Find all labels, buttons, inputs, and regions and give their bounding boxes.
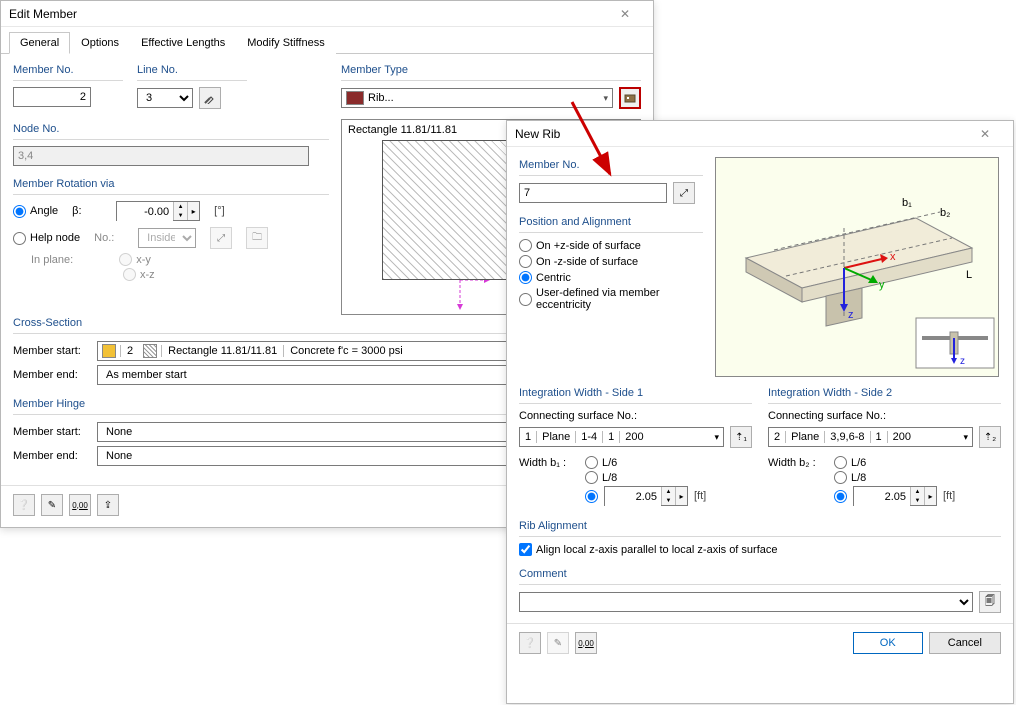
b1-l6-radio[interactable]: L/6 — [585, 456, 617, 469]
side1-label: Integration Width - Side 1 — [519, 385, 752, 404]
comment-select[interactable] — [519, 592, 973, 612]
pick-node-icon: ⤢ — [210, 227, 232, 249]
note-icon: ✎ — [547, 632, 569, 654]
edit-member-titlebar: Edit Member ✕ — [1, 1, 653, 27]
rib-member-no-label: Member No. — [519, 157, 703, 176]
rib-swatch-icon — [346, 91, 364, 105]
edit-member-title: Edit Member — [9, 7, 605, 21]
comment-label: Comment — [519, 566, 1001, 585]
cs-hatch-icon — [143, 344, 157, 358]
member-type-label: Member Type — [341, 62, 641, 81]
side2-label: Integration Width - Side 2 — [768, 385, 1001, 404]
node-no-label: Node No. — [13, 121, 329, 140]
pos-centric-radio[interactable]: Centric — [519, 271, 703, 284]
export-icon[interactable]: ⇪ — [97, 494, 119, 516]
line-no-select[interactable]: 3 — [137, 88, 193, 108]
svg-text:b₁: b₁ — [902, 197, 912, 209]
in-plane-label: In plane: — [31, 254, 73, 266]
new-rib-bottombar: ❔ ✎ 0,00 OK Cancel — [507, 623, 1013, 662]
folder-icon: 🗀 — [246, 227, 268, 249]
angle-unit: [°] — [214, 205, 225, 217]
new-rib-window: New Rib ✕ Member No. ⤢ Position and Alig… — [506, 120, 1014, 704]
tab-effective-lengths[interactable]: Effective Lengths — [130, 32, 236, 54]
svg-text:z: z — [848, 309, 854, 321]
rotation-label: Member Rotation via — [13, 176, 329, 195]
units-icon[interactable]: 0,00 — [575, 632, 597, 654]
plane-xy-radio: x-y — [119, 253, 151, 266]
side1-surface-select[interactable]: 1 Plane 1-4 1 200 ▾ — [519, 427, 724, 447]
svg-text:z: z — [960, 356, 965, 367]
b1-custom-radio[interactable] — [585, 490, 598, 503]
b1-l8-radio[interactable]: L/8 — [585, 471, 617, 484]
pick-surface1-icon[interactable]: ⇡₁ — [730, 426, 752, 448]
units-icon[interactable]: 0,00 — [69, 494, 91, 516]
helpnode-no-label: No.: — [94, 232, 124, 244]
angle-spinner[interactable]: ▲▼ ▸ — [116, 201, 200, 221]
comment-pick-icon[interactable]: 🗐 — [979, 591, 1001, 613]
new-rib-content: Member No. ⤢ Position and Alignment On +… — [507, 147, 1013, 613]
cs-start-label: Member start: — [13, 345, 91, 357]
pick-surface2-icon[interactable]: ⇡₂ — [979, 426, 1001, 448]
new-rib-title: New Rib — [515, 127, 965, 141]
new-rib-ok-button[interactable]: OK — [853, 632, 923, 654]
cs-swatch-icon — [102, 344, 116, 358]
pos-minus-z-radio[interactable]: On -z-side of surface — [519, 255, 703, 268]
b2-custom-radio[interactable] — [834, 490, 847, 503]
new-rib-cancel-button[interactable]: Cancel — [929, 632, 1001, 654]
rib-align-label: Rib Alignment — [519, 518, 1001, 537]
axis-icon — [440, 280, 500, 315]
cs-end-label: Member end: — [13, 369, 91, 381]
hinge-end-label: Member end: — [13, 450, 91, 462]
rotation-angle-radio[interactable]: Angle — [13, 205, 58, 218]
close-icon[interactable]: ✕ — [965, 121, 1005, 146]
pick-line-icon[interactable] — [199, 87, 221, 109]
b2-l6-radio[interactable]: L/6 — [834, 456, 866, 469]
tab-options[interactable]: Options — [70, 32, 130, 54]
helpnode-inside-select: Inside — [138, 228, 196, 248]
rib-diagram: x y z b₁ b₂ L z — [715, 157, 999, 377]
hinge-start-label: Member start: — [13, 426, 91, 438]
rib-align-checkbox[interactable]: Align local z-axis parallel to local z-a… — [519, 543, 1001, 556]
width-b2-label: Width b₂ : — [768, 457, 828, 469]
pos-plus-z-radio[interactable]: On +z-side of surface — [519, 239, 703, 252]
tab-modify-stiffness[interactable]: Modify Stiffness — [236, 32, 335, 54]
pick-member-icon[interactable]: ⤢ — [673, 182, 695, 204]
member-no-input[interactable] — [13, 87, 91, 107]
new-rib-titlebar: New Rib ✕ — [507, 121, 1013, 147]
node-no-input — [13, 146, 309, 166]
beta-label: β: — [72, 205, 102, 217]
help-icon[interactable]: ❔ — [519, 632, 541, 654]
position-label: Position and Alignment — [519, 214, 703, 233]
help-icon[interactable]: ❔ — [13, 494, 35, 516]
rib-member-no-input[interactable] — [519, 183, 667, 203]
plane-xz-radio: x-z — [123, 268, 155, 281]
side1-connecting-label: Connecting surface No.: — [519, 410, 752, 422]
tab-general[interactable]: General — [9, 32, 70, 54]
edit-member-tabs: General Options Effective Lengths Modify… — [1, 27, 653, 54]
member-no-label: Member No. — [13, 62, 123, 81]
side2-connecting-label: Connecting surface No.: — [768, 410, 1001, 422]
width-b1-label: Width b₁ : — [519, 457, 579, 469]
side2-surface-select[interactable]: 2 Plane 3,9,6-8 1 200 ▾ — [768, 427, 973, 447]
note-icon[interactable]: ✎ — [41, 494, 63, 516]
svg-text:L: L — [966, 269, 972, 281]
rotation-helpnode-radio[interactable]: Help node — [13, 232, 80, 245]
pos-user-radio[interactable]: User-defined via member eccentricity — [519, 287, 703, 311]
svg-text:b₂: b₂ — [940, 207, 950, 219]
svg-text:y: y — [879, 279, 885, 291]
close-icon[interactable]: ✕ — [605, 1, 645, 26]
b2-value-spinner[interactable]: ▲▼ ▸ — [853, 486, 937, 506]
b2-l8-radio[interactable]: L/8 — [834, 471, 866, 484]
b1-value-spinner[interactable]: ▲▼ ▸ — [604, 486, 688, 506]
member-type-settings-button[interactable] — [619, 87, 641, 109]
line-no-label: Line No. — [137, 62, 247, 81]
member-type-select[interactable]: Rib... ▾ — [341, 88, 613, 108]
svg-text:x: x — [890, 251, 896, 263]
